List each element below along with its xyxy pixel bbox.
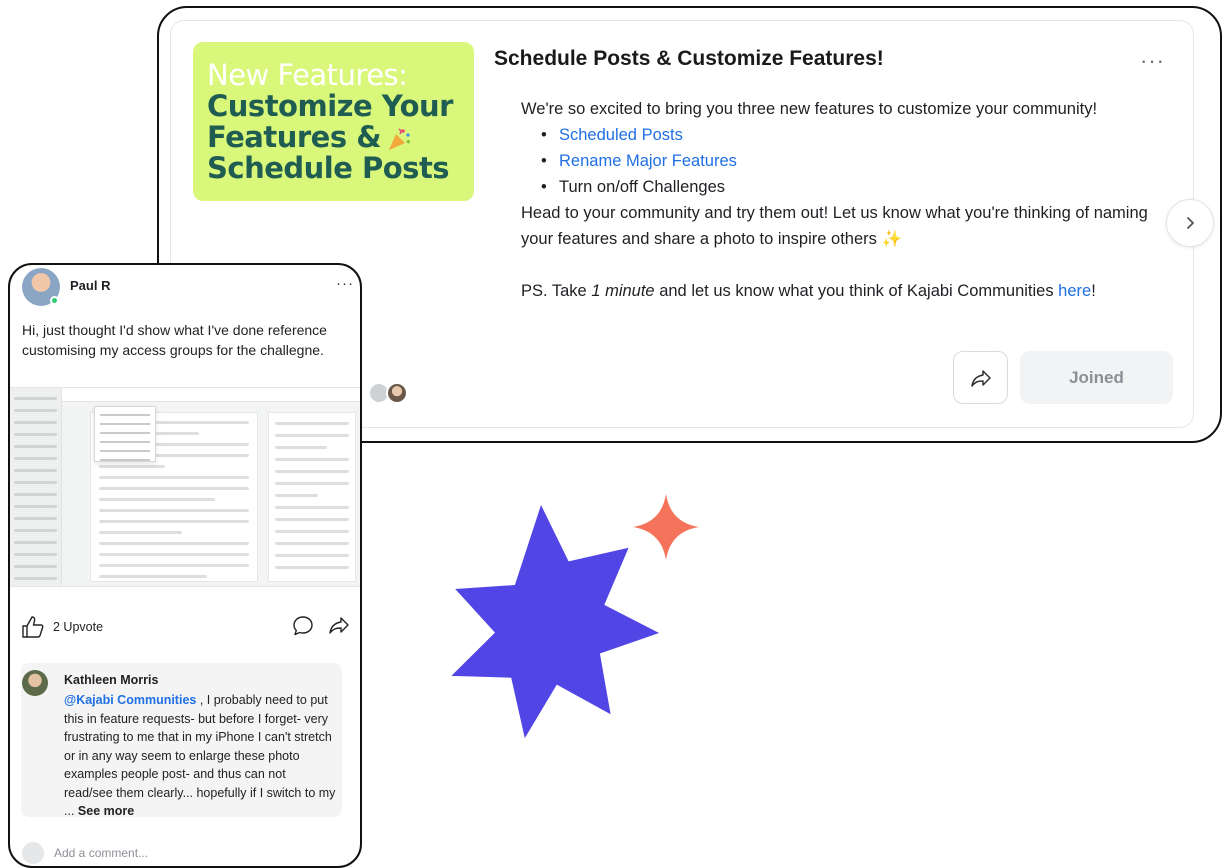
screenshot-topbar [62,388,360,402]
post-actions: 2 Upvote [22,615,352,643]
sparkle-shape [633,494,699,560]
see-more-link[interactable]: See more [78,804,134,818]
avatar[interactable] [22,670,48,696]
post-more-options-icon[interactable]: ··· [336,275,354,292]
screenshot-dropdown [94,406,156,462]
share-icon[interactable] [328,615,350,635]
thumbs-up-icon[interactable] [22,615,44,639]
comment-author-name[interactable]: Kathleen Morris [64,673,158,687]
community-post-card: Paul R ··· Hi, just thought I'd show wha… [8,263,362,868]
post-attached-screenshot[interactable] [10,387,360,587]
screenshot-right-panel [268,412,356,582]
post-text: Hi, just thought I'd show what I've done… [22,322,327,358]
comment-text: @Kajabi Communities , I probably need to… [64,693,336,818]
screenshot-sidebar [10,388,62,586]
mention-link[interactable]: @Kajabi Communities [64,693,196,707]
upvote-count[interactable]: 2 Upvote [53,620,103,634]
post-author-name[interactable]: Paul R [70,278,110,293]
starburst-shape [451,505,659,739]
comment-icon[interactable] [292,615,314,637]
add-comment-input[interactable]: Add a comment... [54,846,148,860]
avatar [22,842,44,864]
online-status-indicator [50,296,59,305]
